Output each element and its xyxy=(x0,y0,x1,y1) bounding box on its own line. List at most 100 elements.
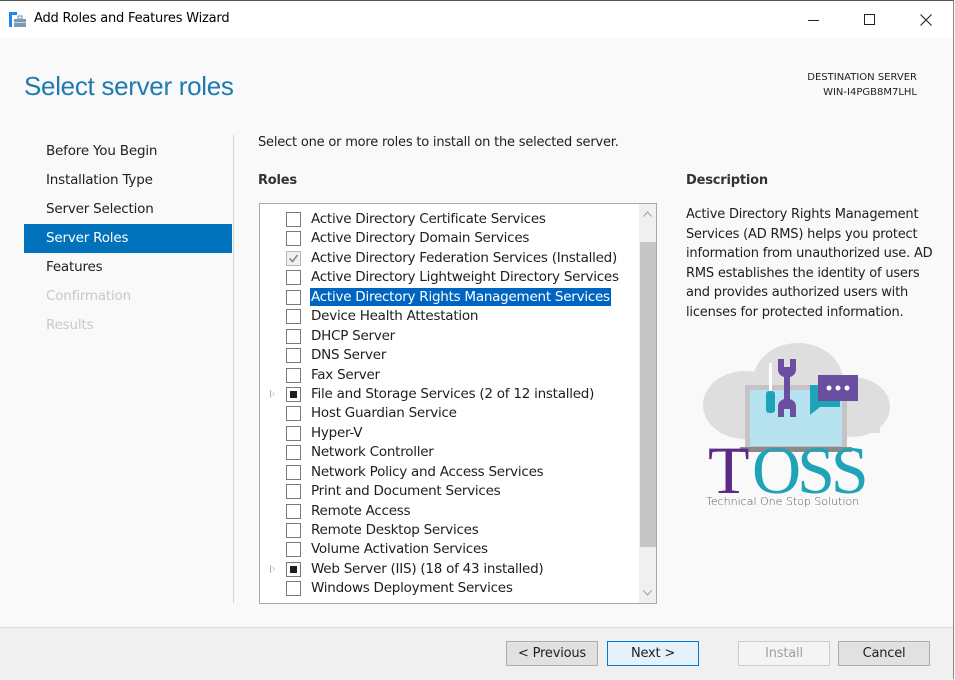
role-label[interactable]: Host Guardian Service xyxy=(310,404,458,422)
role-label[interactable]: Active Directory Lightweight Directory S… xyxy=(310,268,620,286)
role-label[interactable]: Network Policy and Access Services xyxy=(310,463,544,481)
role-list-item[interactable]: Active Directory Federation Services (In… xyxy=(260,249,635,268)
minimize-button[interactable] xyxy=(791,1,837,38)
instruction-text: Select one or more roles to install on t… xyxy=(258,135,619,150)
role-list-item[interactable]: Fax Server xyxy=(260,366,635,385)
expand-arrow-icon[interactable] xyxy=(270,389,275,398)
roles-list[interactable]: Active Directory Certificate Services Act… xyxy=(259,203,657,604)
close-icon xyxy=(920,13,932,26)
previous-button[interactable]: < Previous xyxy=(506,641,598,666)
role-list-item[interactable]: File and Storage Services (2 of 12 insta… xyxy=(260,385,635,404)
role-checkbox[interactable] xyxy=(286,445,301,461)
maximize-button[interactable] xyxy=(847,1,893,38)
role-label[interactable]: Device Health Attestation xyxy=(310,307,479,325)
role-list-item[interactable]: Web Server (IIS) (18 of 43 installed) xyxy=(260,560,635,579)
maximize-icon xyxy=(864,13,875,25)
destination-server-info: DESTINATION SERVER WIN-I4PGB8M7LHL xyxy=(807,70,917,100)
role-label[interactable]: Hyper-V xyxy=(310,424,363,442)
role-list-item[interactable]: Windows Deployment Services xyxy=(260,579,635,598)
scroll-thumb[interactable] xyxy=(640,241,656,548)
role-label[interactable]: Active Directory Domain Services xyxy=(310,229,530,247)
role-list-item[interactable]: Active Directory Rights Management Servi… xyxy=(260,287,635,307)
role-list-item[interactable]: Remote Access xyxy=(260,502,635,521)
nav-item-results: Results xyxy=(46,317,94,333)
role-checkbox[interactable] xyxy=(286,270,301,286)
role-list-item[interactable]: Device Health Attestation xyxy=(260,307,635,326)
scroll-up-button[interactable] xyxy=(639,204,656,224)
cancel-button[interactable]: Cancel xyxy=(838,641,930,666)
role-list-item[interactable]: Active Directory Lightweight Directory S… xyxy=(260,268,635,287)
install-button: Install xyxy=(738,641,830,666)
nav-divider xyxy=(233,135,234,603)
role-checkbox[interactable] xyxy=(286,328,301,344)
role-list-item[interactable]: Active Directory Domain Services xyxy=(260,229,635,248)
role-label[interactable]: Active Directory Certificate Services xyxy=(310,210,547,228)
nav-item-features[interactable]: Features xyxy=(24,253,232,282)
page-title: Select server roles xyxy=(24,71,234,101)
role-label[interactable]: Remote Desktop Services xyxy=(310,521,480,539)
role-label[interactable]: Active Directory Rights Management Servi… xyxy=(310,287,611,306)
expand-arrow-fill xyxy=(271,390,274,397)
checkmark-icon xyxy=(288,254,299,263)
window-title: Add Roles and Features Wizard xyxy=(34,11,230,26)
role-label[interactable]: Volume Activation Services xyxy=(310,540,489,558)
role-checkbox xyxy=(286,250,301,266)
role-label[interactable]: Active Directory Federation Services (In… xyxy=(310,249,618,267)
role-list-item[interactable]: Hyper-V xyxy=(260,424,635,443)
role-label[interactable]: Web Server (IIS) (18 of 43 installed) xyxy=(310,560,544,578)
role-list-item[interactable]: DHCP Server xyxy=(260,327,635,346)
role-list-item[interactable]: Active Directory Certificate Services xyxy=(260,210,635,229)
expand-arrow-icon[interactable] xyxy=(270,564,275,573)
role-checkbox[interactable] xyxy=(286,503,301,519)
role-label[interactable]: Network Controller xyxy=(310,443,435,461)
nav-item-confirmation: Confirmation xyxy=(46,288,131,304)
description-text: Active Directory Rights Management Servi… xyxy=(686,207,933,320)
role-checkbox[interactable] xyxy=(286,581,301,597)
role-checkbox[interactable] xyxy=(286,289,301,305)
title-bar[interactable]: Add Roles and Features Wizard xyxy=(0,1,953,38)
role-list-item[interactable]: Network Controller xyxy=(260,443,635,462)
role-checkbox[interactable] xyxy=(286,464,301,480)
role-checkbox[interactable] xyxy=(286,367,301,383)
role-list-item[interactable]: Print and Document Services xyxy=(260,482,635,501)
role-checkbox[interactable] xyxy=(286,231,301,247)
role-checkbox[interactable] xyxy=(286,542,301,558)
role-checkbox[interactable] xyxy=(286,425,301,441)
nav-item-server-selection[interactable]: Server Selection xyxy=(24,195,232,224)
wizard-footer: < Previous Next > Install Cancel xyxy=(0,627,953,680)
roles-heading: Roles xyxy=(258,173,297,188)
role-label[interactable]: Print and Document Services xyxy=(310,482,501,500)
role-list-item[interactable]: Remote Desktop Services xyxy=(260,521,635,540)
role-checkbox[interactable] xyxy=(286,386,301,402)
role-list-item[interactable]: Host Guardian Service xyxy=(260,404,635,423)
next-button[interactable]: Next > xyxy=(607,641,699,666)
scroll-down-button[interactable] xyxy=(639,583,656,603)
destination-server-name: WIN-I4PGB8M7LHL xyxy=(823,87,917,98)
role-checkbox[interactable] xyxy=(286,348,301,364)
roles-scrollbar[interactable] xyxy=(639,204,656,603)
destination-server-label: DESTINATION SERVER xyxy=(807,72,917,83)
role-list-item[interactable]: DNS Server xyxy=(260,346,635,365)
expand-arrow-fill xyxy=(271,565,274,572)
wizard-steps-nav: Before You Begin Installation Type Serve… xyxy=(24,137,232,340)
role-checkbox[interactable] xyxy=(286,561,301,577)
nav-item-server-roles[interactable]: Server Roles xyxy=(24,224,232,253)
role-checkbox[interactable] xyxy=(286,212,301,227)
roles-list-items: Active Directory Certificate Services Act… xyxy=(260,210,635,599)
role-label[interactable]: Windows Deployment Services xyxy=(310,579,514,597)
role-checkbox[interactable] xyxy=(286,406,301,422)
role-label[interactable]: Fax Server xyxy=(310,366,381,384)
wizard-window: Add Roles and Features Wizard Select ser… xyxy=(0,0,954,680)
role-list-item[interactable]: Volume Activation Services xyxy=(260,540,635,559)
role-checkbox[interactable] xyxy=(286,484,301,500)
nav-item-before-you-begin[interactable]: Before You Begin xyxy=(24,137,232,166)
role-checkbox[interactable] xyxy=(286,309,301,325)
role-label[interactable]: DHCP Server xyxy=(310,327,396,345)
role-list-item[interactable]: Network Policy and Access Services xyxy=(260,463,635,482)
role-label[interactable]: Remote Access xyxy=(310,502,411,520)
role-label[interactable]: File and Storage Services (2 of 12 insta… xyxy=(310,385,595,403)
role-label[interactable]: DNS Server xyxy=(310,346,387,364)
close-button[interactable] xyxy=(903,1,949,38)
nav-item-installation-type[interactable]: Installation Type xyxy=(24,166,232,195)
role-checkbox[interactable] xyxy=(286,523,301,538)
